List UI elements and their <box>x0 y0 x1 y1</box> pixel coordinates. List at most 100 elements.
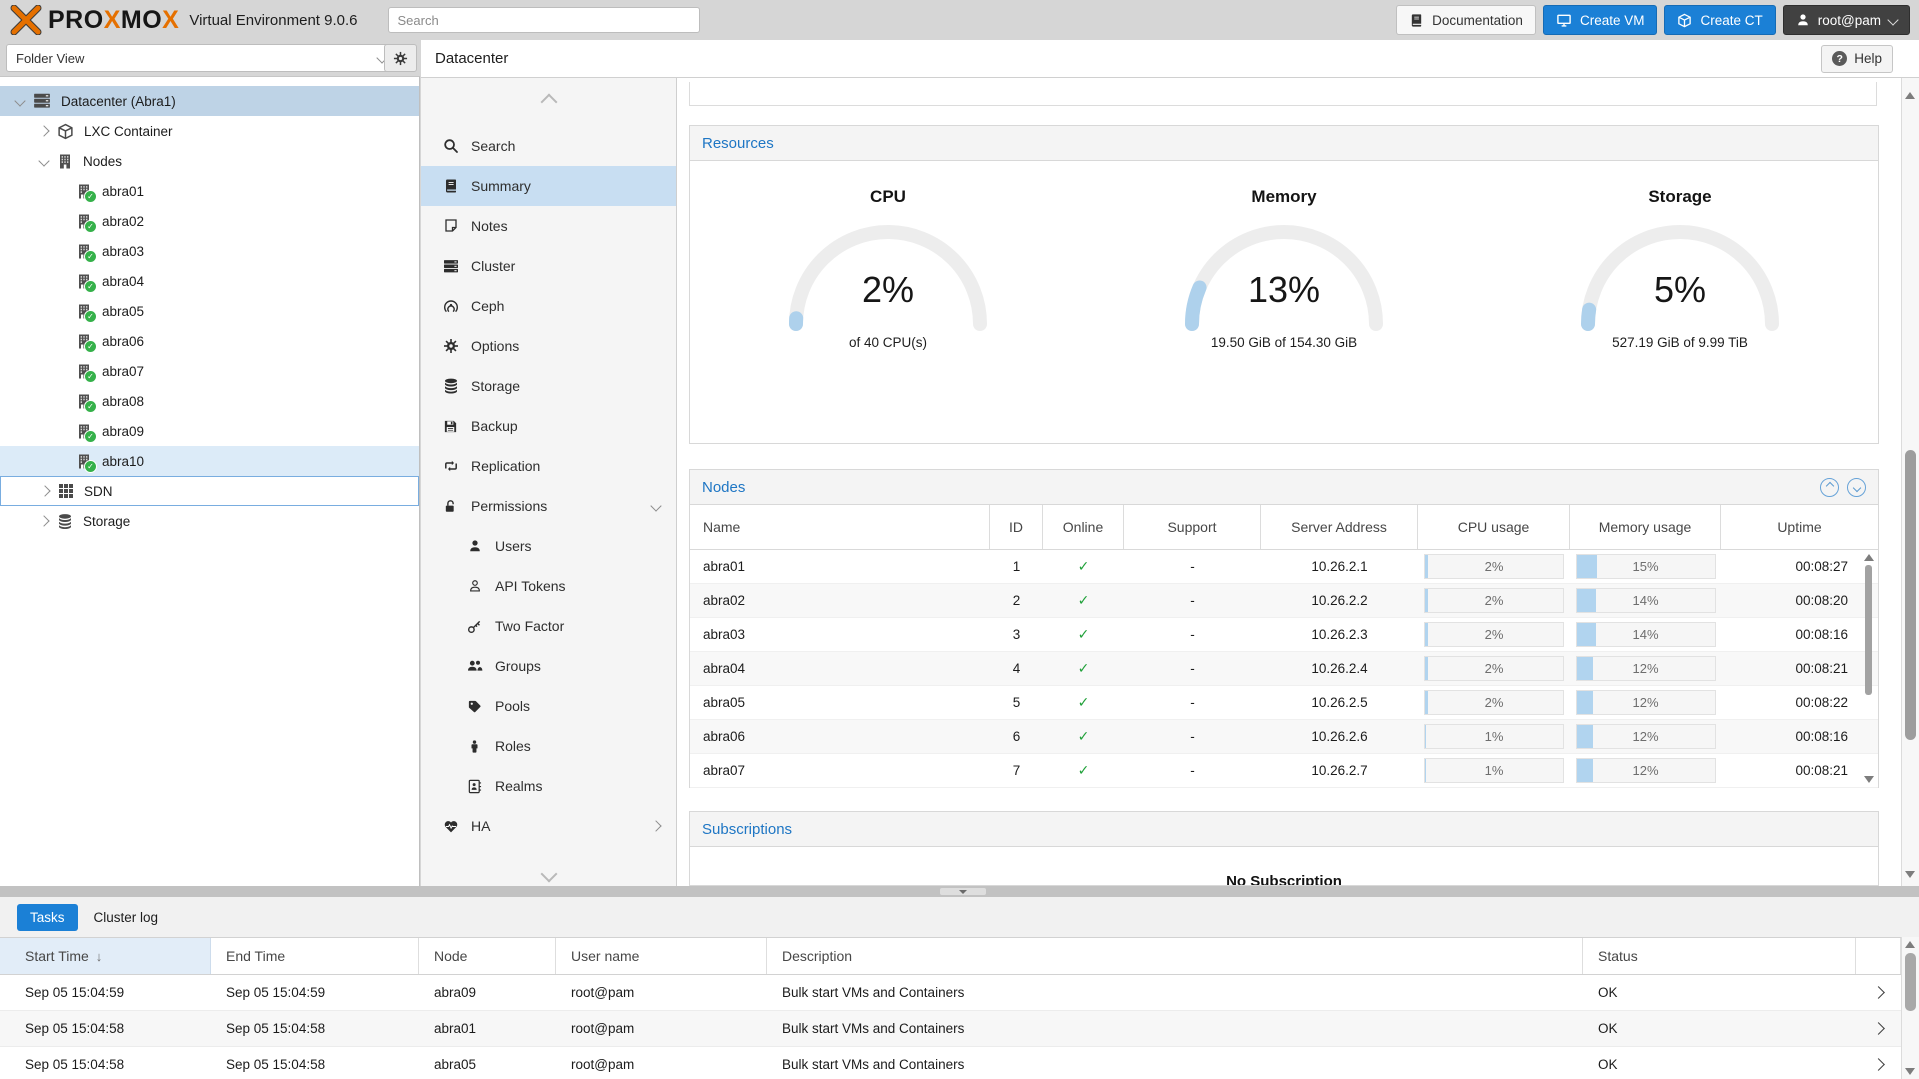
node-row-abra05[interactable]: abra05 5 ✓ - 10.26.2.5 2% 12% 00:08:22 <box>690 686 1878 720</box>
scroll-up-arrow[interactable] <box>1905 941 1915 948</box>
nav-item-notes[interactable]: Notes <box>421 206 676 246</box>
column-header-user-name[interactable]: User name <box>556 938 767 974</box>
open-task-chevron[interactable] <box>1856 988 1901 997</box>
tree-item-node-abra02[interactable]: ✓abra02 <box>0 206 419 236</box>
tree-item-node-abra01[interactable]: ✓abra01 <box>0 176 419 206</box>
book-icon <box>441 178 460 194</box>
nodes-table-scrollbar[interactable] <box>1861 551 1876 786</box>
task-row[interactable]: Sep 05 15:04:59 Sep 05 15:04:59 abra09 r… <box>0 975 1919 1011</box>
task-row[interactable]: Sep 05 15:04:58 Sep 05 15:04:58 abra01 r… <box>0 1011 1919 1047</box>
user-outline-icon <box>465 579 484 593</box>
tree-settings-button[interactable] <box>384 44 417 72</box>
nav-item-cluster[interactable]: Cluster <box>421 246 676 286</box>
nav-item-options[interactable]: Options <box>421 326 676 366</box>
bottom-splitter[interactable] <box>0 886 1919 897</box>
user-menu-button[interactable]: root@pam <box>1783 5 1910 35</box>
splitter-handle[interactable] <box>940 888 986 895</box>
scroll-down-arrow[interactable] <box>1905 871 1915 878</box>
caret-expanded-icon[interactable] <box>14 97 26 105</box>
nav-item-realms[interactable]: Realms <box>421 766 676 806</box>
database-icon <box>441 378 460 394</box>
caret-collapsed-icon[interactable] <box>38 517 50 525</box>
nav-item-permissions[interactable]: Permissions <box>421 486 676 526</box>
column-header-start-time[interactable]: Start Time ↓ <box>0 938 211 974</box>
help-button[interactable]: ? Help <box>1821 45 1893 73</box>
node-row-abra02[interactable]: abra02 2 ✓ - 10.26.2.2 2% 14% 00:08:20 <box>690 584 1878 618</box>
tree-item-sdn[interactable]: SDN <box>0 476 419 506</box>
tree-item-lxc-container[interactable]: LXC Container <box>0 116 419 146</box>
caret-collapsed-icon[interactable] <box>39 487 51 495</box>
scroll-up-arrow[interactable] <box>1905 92 1915 99</box>
column-header-end-time[interactable]: End Time <box>211 938 419 974</box>
nav-item-ceph[interactable]: Ceph <box>421 286 676 326</box>
nav-scroll-down[interactable] <box>421 868 676 880</box>
caret-expanded-icon[interactable] <box>38 157 50 165</box>
nav-item-roles[interactable]: Roles <box>421 726 676 766</box>
tree-item-datacenter[interactable]: Datacenter (Abra1) <box>0 86 419 116</box>
open-task-chevron[interactable] <box>1856 1060 1901 1069</box>
column-header-cpu-usage[interactable]: CPU usage <box>1418 505 1570 549</box>
tasks-table-header: Start Time ↓ End Time Node User name Des… <box>0 937 1919 975</box>
create-ct-button[interactable]: Create CT <box>1664 5 1775 35</box>
tree-item-node-abra07[interactable]: ✓abra07 <box>0 356 419 386</box>
nav-item-ha[interactable]: HA <box>421 806 676 846</box>
open-task-chevron[interactable] <box>1856 1024 1901 1033</box>
view-mode-select[interactable]: Folder View <box>6 44 396 72</box>
node-row-abra07[interactable]: abra07 7 ✓ - 10.26.2.7 1% 12% 00:08:21 <box>690 754 1878 788</box>
nav-item-api-tokens[interactable]: API Tokens <box>421 566 676 606</box>
column-header-description[interactable]: Description <box>767 938 1583 974</box>
key-icon <box>465 619 484 634</box>
content-scrollbar[interactable] <box>1901 78 1919 886</box>
tree-item-node-abra05[interactable]: ✓abra05 <box>0 296 419 326</box>
nav-item-backup[interactable]: Backup <box>421 406 676 446</box>
scrollbar-thumb[interactable] <box>1905 450 1916 740</box>
tab-cluster-log[interactable]: Cluster log <box>94 910 159 925</box>
scroll-down-arrow[interactable] <box>1905 1068 1915 1075</box>
tree-item-node-abra06[interactable]: ✓abra06 <box>0 326 419 356</box>
column-header-name[interactable]: Name <box>690 505 990 549</box>
nav-item-groups[interactable]: Groups <box>421 646 676 686</box>
node-row-abra03[interactable]: abra03 3 ✓ - 10.26.2.3 2% 14% 00:08:16 <box>690 618 1878 652</box>
nav-item-users[interactable]: Users <box>421 526 676 566</box>
node-row-abra01[interactable]: abra01 1 ✓ - 10.26.2.1 2% 15% 00:08:27 <box>690 550 1878 584</box>
documentation-button[interactable]: Documentation <box>1396 5 1536 35</box>
column-header-node[interactable]: Node <box>419 938 556 974</box>
tree-item-nodes-group[interactable]: Nodes <box>0 146 419 176</box>
tab-tasks[interactable]: Tasks <box>17 904 78 931</box>
tree-item-node-abra10[interactable]: ✓abra10 <box>0 446 419 476</box>
column-header-id[interactable]: ID <box>990 505 1043 549</box>
tree-item-node-abra09[interactable]: ✓abra09 <box>0 416 419 446</box>
nav-item-two-factor[interactable]: Two Factor <box>421 606 676 646</box>
nav-item-replication[interactable]: Replication <box>421 446 676 486</box>
caret-collapsed-icon[interactable] <box>38 127 50 135</box>
tree-item-storage[interactable]: Storage <box>0 506 419 536</box>
collapse-up-button[interactable] <box>1820 478 1839 497</box>
nav-item-storage[interactable]: Storage <box>421 366 676 406</box>
nav-item-pools[interactable]: Pools <box>421 686 676 726</box>
node-row-abra04[interactable]: abra04 4 ✓ - 10.26.2.4 2% 12% 00:08:21 <box>690 652 1878 686</box>
scrollbar-thumb[interactable] <box>1905 953 1916 1011</box>
column-header-status[interactable]: Status <box>1583 938 1856 974</box>
global-search-input[interactable] <box>388 7 700 33</box>
nav-item-summary[interactable]: Summary <box>421 166 676 206</box>
scroll-up-arrow[interactable] <box>1864 554 1874 561</box>
memory-usage-bar: 12% <box>1576 758 1716 783</box>
node-row-abra06[interactable]: abra06 6 ✓ - 10.26.2.6 1% 12% 00:08:16 <box>690 720 1878 754</box>
collapse-down-button[interactable] <box>1847 478 1866 497</box>
scrollbar-thumb[interactable] <box>1865 565 1872 695</box>
nav-item-search[interactable]: Search <box>421 126 676 166</box>
column-header-support[interactable]: Support <box>1124 505 1261 549</box>
tree-item-node-abra04[interactable]: ✓abra04 <box>0 266 419 296</box>
scroll-down-arrow[interactable] <box>1864 776 1874 783</box>
task-row[interactable]: Sep 05 15:04:58 Sep 05 15:04:58 abra05 r… <box>0 1047 1919 1079</box>
tree-item-node-abra03[interactable]: ✓abra03 <box>0 236 419 266</box>
tasks-scrollbar[interactable] <box>1901 937 1919 1079</box>
tree-item-node-abra08[interactable]: ✓abra08 <box>0 386 419 416</box>
create-vm-button[interactable]: Create VM <box>1543 5 1658 35</box>
column-header-uptime[interactable]: Uptime <box>1721 505 1878 549</box>
page-title: Datacenter <box>435 50 508 67</box>
column-header-memory-usage[interactable]: Memory usage <box>1570 505 1721 549</box>
column-header-server-address[interactable]: Server Address <box>1261 505 1418 549</box>
nav-scroll-up[interactable] <box>421 78 676 126</box>
column-header-online[interactable]: Online <box>1043 505 1124 549</box>
